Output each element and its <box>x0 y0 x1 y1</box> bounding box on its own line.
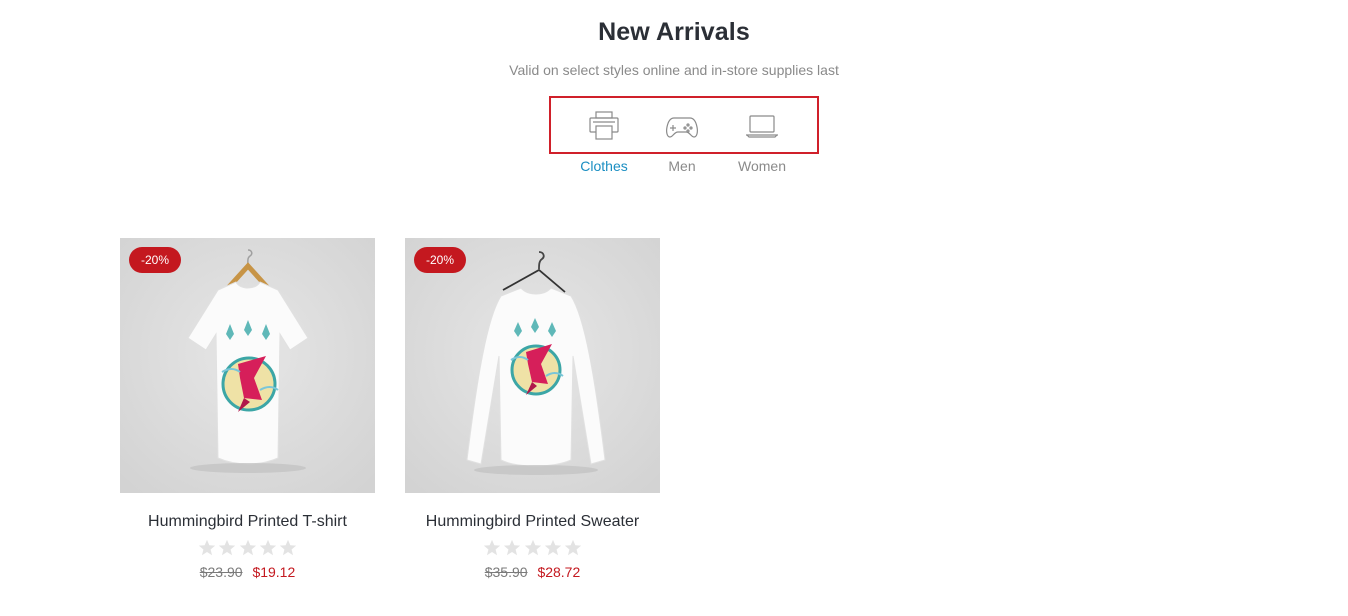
product-card[interactable]: -20% Hummingbird Printed T-shirt $23.90 … <box>120 238 375 580</box>
product-name[interactable]: Hummingbird Printed T-shirt <box>120 513 375 531</box>
sale-price: $19.12 <box>252 564 296 580</box>
product-image[interactable]: -20% <box>120 238 375 493</box>
sweater-image <box>405 238 660 493</box>
tab-women[interactable]: Women <box>722 106 802 182</box>
section-title: New Arrivals <box>598 18 750 46</box>
gamepad-icon <box>666 117 698 138</box>
star-icon <box>198 539 215 556</box>
star-icon <box>280 539 297 556</box>
tab-label: Men <box>668 158 696 174</box>
rating-stars <box>405 539 660 559</box>
tab-label: Clothes <box>580 158 628 174</box>
rating-stars <box>120 539 375 559</box>
price-row: $35.90 $28.72 <box>405 564 660 580</box>
discount-badge: -20% <box>414 247 466 273</box>
regular-price: $23.90 <box>199 564 243 580</box>
product-name[interactable]: Hummingbird Printed Sweater <box>405 513 660 531</box>
star-icon <box>565 539 582 556</box>
price-row: $23.90 $19.12 <box>120 564 375 580</box>
sale-price: $28.72 <box>537 564 581 580</box>
tshirt-image <box>120 238 375 493</box>
product-image[interactable]: -20% <box>405 238 660 493</box>
star-icon <box>239 539 256 556</box>
section-subtitle: Valid on select styles online and in-sto… <box>509 62 839 78</box>
tab-label: Women <box>738 158 786 174</box>
tab-men[interactable]: Men <box>642 106 722 182</box>
laptop-icon <box>746 115 778 138</box>
star-icon <box>544 539 562 556</box>
tab-clothes[interactable]: Clothes <box>564 106 644 182</box>
star-icon <box>483 539 500 556</box>
product-card[interactable]: -20% Hummingbird Printed Sweater $35.90 … <box>405 238 660 580</box>
regular-price: $35.90 <box>484 564 528 580</box>
star-icon <box>503 539 521 556</box>
star-icon <box>218 539 236 556</box>
star-icon <box>259 539 277 556</box>
printer-icon <box>589 111 619 140</box>
new-arrivals-section: New Arrivals Valid on select styles onli… <box>0 0 1348 616</box>
discount-badge: -20% <box>129 247 181 273</box>
star-icon <box>524 539 541 556</box>
